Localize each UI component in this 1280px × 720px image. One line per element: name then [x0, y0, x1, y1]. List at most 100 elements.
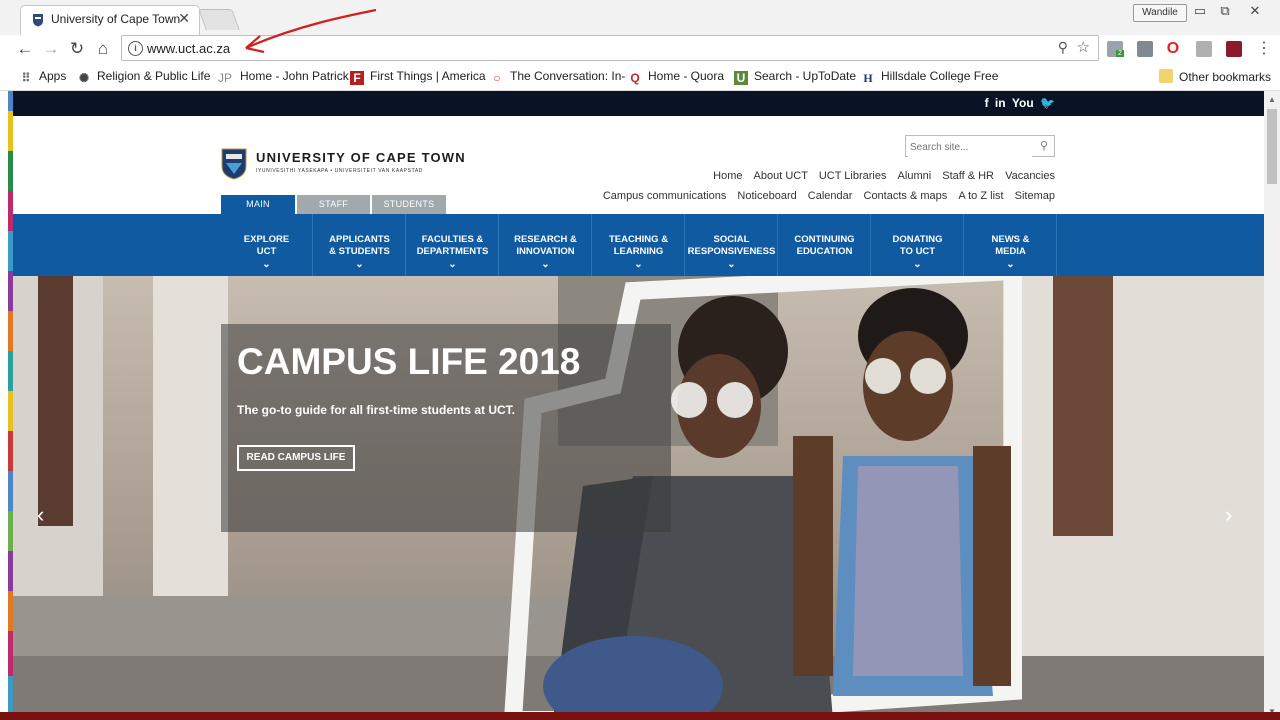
- link-home[interactable]: Home: [713, 170, 742, 182]
- link-campus-comms[interactable]: Campus communications: [603, 190, 727, 202]
- scroll-up-icon[interactable]: ▲: [1268, 95, 1276, 104]
- nav-faculties[interactable]: FACULTIES & DEPARTMENTS ⌄: [407, 214, 499, 276]
- nav-line: APPLICANTS: [329, 234, 390, 245]
- reload-icon[interactable]: ↻: [67, 39, 87, 59]
- bookmark-label: Other bookmarks: [1179, 70, 1272, 84]
- extension-shield-icon[interactable]: [1226, 41, 1242, 57]
- facebook-icon[interactable]: f: [985, 96, 989, 110]
- tab-title: University of Cape Town: [51, 12, 181, 26]
- search-icon[interactable]: ⚲: [1040, 139, 1048, 152]
- link-a-to-z[interactable]: A to Z list: [958, 190, 1003, 202]
- nav-applicants[interactable]: APPLICANTS & STUDENTS ⌄: [314, 214, 406, 276]
- menu-kebab-icon[interactable]: ⋮: [1256, 41, 1272, 57]
- bookmark-conversation[interactable]: ○ The Conversation: In-: [490, 69, 625, 85]
- nav-continuing-education[interactable]: CONTINUING EDUCATION: [779, 214, 871, 276]
- nav-line: DEPARTMENTS: [416, 246, 489, 257]
- nav-teaching[interactable]: TEACHING & LEARNING ⌄: [593, 214, 685, 276]
- forward-arrow-icon[interactable]: →: [41, 39, 61, 59]
- bookmark-apps[interactable]: ⠿ Apps: [19, 69, 67, 85]
- nav-research[interactable]: RESEARCH & INNOVATION ⌄: [500, 214, 592, 276]
- bookmark-quora[interactable]: Q Home - Quora: [628, 69, 724, 85]
- nav-line: & STUDENTS: [329, 246, 390, 257]
- nav-line: EXPLORE: [243, 234, 290, 245]
- main-navigation: EXPLORE UCT ⌄ APPLICANTS & STUDENTS ⌄ FACULT…: [13, 214, 1265, 276]
- carousel-prev-icon[interactable]: ‹: [37, 502, 44, 528]
- apps-grid-icon: ⠿: [21, 71, 31, 85]
- chevron-down-icon: ⌄: [1006, 259, 1015, 270]
- back-arrow-icon[interactable]: ←: [15, 39, 35, 59]
- site-info-icon[interactable]: i: [128, 41, 143, 56]
- chevron-down-icon: ⌄: [355, 259, 364, 270]
- chevron-down-icon: ⌄: [448, 259, 457, 270]
- hillsdale-icon: H: [863, 71, 873, 85]
- link-alumni[interactable]: Alumni: [898, 170, 932, 182]
- bookmark-john-patrick[interactable]: JP Home - John Patrick: [216, 69, 349, 85]
- profile-button[interactable]: Wandile: [1133, 4, 1187, 22]
- search-input[interactable]: [908, 137, 1032, 157]
- link-noticeboard[interactable]: Noticeboard: [737, 190, 796, 202]
- bookmark-other[interactable]: Other bookmarks: [1159, 69, 1271, 84]
- link-contacts-maps[interactable]: Contacts & maps: [864, 190, 948, 202]
- nav-line: RESPONSIVENESS: [687, 246, 776, 257]
- page-scrollbar[interactable]: ▲ ▼: [1264, 91, 1280, 720]
- minimize-icon[interactable]: ▭: [1189, 4, 1211, 20]
- close-window-icon[interactable]: ✕: [1244, 4, 1266, 20]
- opera-icon[interactable]: O: [1165, 41, 1181, 57]
- youtube-icon[interactable]: You: [1012, 96, 1034, 110]
- bookmark-uptodate[interactable]: U Search - UpToDate: [734, 69, 856, 85]
- chevron-down-icon: ⌄: [727, 259, 736, 270]
- nav-donating[interactable]: DONATING TO UCT ⌄: [872, 214, 964, 276]
- nav-line: RESEARCH &: [514, 234, 577, 245]
- link-calendar[interactable]: Calendar: [808, 190, 853, 202]
- close-tab-icon[interactable]: ✕: [178, 10, 190, 27]
- extension-doc-icon[interactable]: [1196, 41, 1212, 57]
- search-zoom-icon[interactable]: ⚲: [1058, 39, 1068, 56]
- nav-line: SOCIAL: [713, 234, 750, 245]
- nav-explore-uct[interactable]: EXPLORE UCT ⌄: [221, 214, 313, 276]
- bookmark-hillsdale[interactable]: H Hillsdale College Free: [861, 69, 998, 85]
- linkedin-icon[interactable]: in: [995, 96, 1006, 110]
- hero-subtitle: The go-to guide for all first-time stude…: [237, 403, 516, 417]
- tab-students[interactable]: STUDENTS: [372, 195, 446, 214]
- nav-line: EDUCATION: [796, 246, 853, 257]
- link-vacancies[interactable]: Vacancies: [1005, 170, 1055, 182]
- bookmark-star-icon[interactable]: ☆: [1077, 38, 1090, 56]
- nav-news-media[interactable]: NEWS & MEDIA ⌄: [965, 214, 1057, 276]
- link-about[interactable]: About UCT: [754, 170, 808, 182]
- browser-tab-uct[interactable]: University of Cape Town ✕: [20, 5, 200, 35]
- nav-line: MEDIA: [995, 246, 1026, 257]
- nav-social-responsiveness[interactable]: SOCIAL RESPONSIVENESS ⌄: [686, 214, 778, 276]
- link-sitemap[interactable]: Sitemap: [1015, 190, 1055, 202]
- logo-subtitle: IYUNIVESITHI YASEKAPA • UNIVERSITEIT VAN…: [256, 168, 424, 174]
- social-links: f in You 🐦: [982, 96, 1055, 110]
- bookmark-label: Apps: [39, 69, 67, 83]
- twitter-icon[interactable]: 🐦: [1040, 96, 1055, 110]
- home-icon[interactable]: ⌂: [93, 39, 113, 59]
- new-tab-button[interactable]: [198, 9, 240, 30]
- extension-chat-icon[interactable]: [1137, 41, 1153, 57]
- tab-main[interactable]: MAIN: [221, 195, 295, 214]
- read-campus-life-button[interactable]: READ CAMPUS LIFE: [237, 445, 355, 471]
- link-libraries[interactable]: UCT Libraries: [819, 170, 887, 182]
- bookmark-first-things[interactable]: F First Things | America: [350, 69, 486, 85]
- tab-staff[interactable]: STAFF: [297, 195, 370, 214]
- utility-links-primary: Home About UCT UCT Libraries Alumni Staf…: [705, 170, 1055, 182]
- extension-badge: 2: [1116, 50, 1124, 57]
- sunburst-icon: ✺: [78, 71, 90, 85]
- jp-icon: JP: [217, 71, 232, 85]
- hero-title: CAMPUS LIFE 2018: [237, 341, 581, 382]
- site-top-bar: f in You 🐦: [13, 91, 1265, 116]
- restore-icon[interactable]: ⧉: [1214, 4, 1236, 20]
- bookmark-religion[interactable]: ✺ Religion & Public Life: [77, 69, 210, 85]
- bookmark-label: Religion & Public Life: [97, 69, 211, 83]
- f-icon: F: [350, 71, 364, 85]
- address-url[interactable]: www.uct.ac.za: [147, 41, 230, 56]
- uptodate-icon: U: [734, 71, 748, 85]
- extension-puzzle-icon[interactable]: 2: [1107, 41, 1124, 57]
- chevron-down-icon: ⌄: [541, 259, 550, 270]
- carousel-next-icon[interactable]: ›: [1225, 502, 1232, 528]
- link-staff-hr[interactable]: Staff & HR: [942, 170, 994, 182]
- scrollbar-thumb[interactable]: [1267, 109, 1277, 184]
- address-bar[interactable]: i www.uct.ac.za ⚲ ☆: [121, 35, 1099, 61]
- browser-toolbar: ← → ↻ ⌂ i www.uct.ac.za ⚲ ☆: [0, 35, 1280, 66]
